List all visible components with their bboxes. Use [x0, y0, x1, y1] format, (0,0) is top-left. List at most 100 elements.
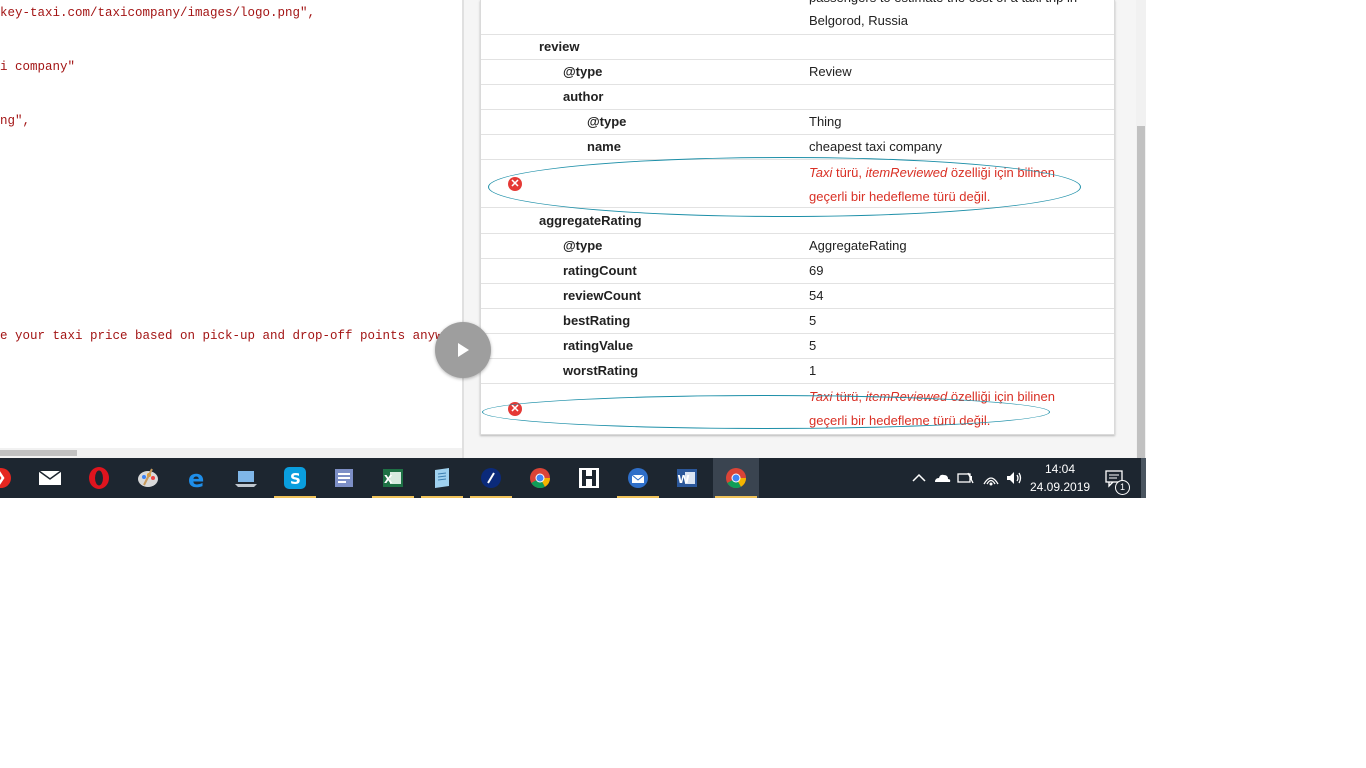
battery-power-icon[interactable]	[956, 468, 976, 488]
code-editor-pane[interactable]: key-taxi.com/taxicompany/images/logo.png…	[0, 0, 462, 458]
taskbar-app-thunderbird[interactable]	[615, 458, 661, 498]
taskbar-app-chrome[interactable]	[517, 458, 563, 498]
results-vertical-scrollbar[interactable]	[1136, 0, 1146, 458]
taskbar-app-excel[interactable]: X	[370, 458, 416, 498]
property-value: 54	[809, 288, 824, 303]
chrome-icon	[726, 468, 747, 489]
notepad-icon	[435, 468, 449, 488]
taskbar-app-notepad[interactable]	[419, 458, 465, 498]
yandex-browser-icon	[0, 468, 11, 488]
taskbar-app-edge[interactable]: e	[174, 458, 220, 498]
taskbar-app-blue[interactable]	[468, 458, 514, 498]
annotation-ellipse	[488, 157, 1081, 217]
running-indicator	[715, 496, 757, 498]
property-value: cheapest taxi company	[809, 139, 942, 154]
property-name: @type	[563, 64, 603, 79]
word-icon: W	[677, 469, 697, 487]
volume-icon[interactable]	[1004, 468, 1024, 488]
running-indicator	[470, 496, 512, 498]
desktop-screen: key-taxi.com/taxicompany/images/logo.png…	[0, 0, 1146, 498]
taskbar: e S X W 14:04 24.09.2019 1	[0, 458, 1146, 498]
svg-text:S: S	[290, 470, 301, 488]
table-row: ratingCount 69	[481, 258, 1114, 284]
property-name: @type	[563, 238, 603, 253]
taskbar-app-explorer[interactable]	[223, 458, 269, 498]
scrollbar-thumb[interactable]	[0, 450, 77, 456]
table-row: @type Thing	[481, 109, 1114, 135]
code-line: i company"	[0, 60, 76, 74]
play-button[interactable]	[435, 322, 491, 378]
taskbar-app-mail[interactable]	[27, 458, 73, 498]
table-row: ratingValue 5	[481, 333, 1114, 359]
laptop-icon	[235, 471, 257, 487]
notification-count-badge: 1	[1115, 480, 1130, 495]
results-pane: passengers to estimate the cost of a tax…	[464, 0, 1136, 458]
taskbar-app-chrome-active[interactable]	[713, 458, 759, 498]
code-horizontal-scrollbar[interactable]	[0, 448, 462, 458]
code-line: ng",	[0, 114, 31, 128]
property-name: reviewCount	[563, 288, 642, 303]
table-row[interactable]: author	[481, 84, 1114, 110]
running-indicator	[274, 496, 316, 498]
opera-icon	[89, 467, 109, 489]
taskbar-app-opera[interactable]	[76, 458, 122, 498]
taskbar-app-h[interactable]	[566, 458, 612, 498]
taskbar-app-paint[interactable]	[125, 458, 171, 498]
taskbar-app-skype[interactable]: S	[272, 458, 318, 498]
table-row: @type Review	[481, 59, 1114, 85]
svg-text:e: e	[188, 466, 204, 490]
property-name: ratingValue	[563, 338, 634, 353]
clock-date[interactable]: 24.09.2019	[1030, 480, 1090, 494]
property-value: Belgorod, Russia	[809, 13, 908, 28]
code-line: key-taxi.com/taxicompany/images/logo.png…	[0, 6, 316, 20]
taskbar-app-word[interactable]: W	[664, 458, 710, 498]
svg-text:W: W	[678, 473, 690, 486]
show-desktop-button[interactable]	[1141, 458, 1146, 498]
property-value: Thing	[809, 114, 842, 129]
outlook-icon	[335, 469, 353, 487]
table-row[interactable]: review	[481, 34, 1114, 60]
chevron-up-icon[interactable]	[909, 468, 929, 488]
play-icon	[458, 343, 469, 357]
table-row: reviewCount 54	[481, 283, 1114, 309]
onedrive-cloud-icon[interactable]	[932, 468, 952, 488]
wifi-icon[interactable]	[981, 468, 1001, 488]
property-name: bestRating	[563, 313, 631, 328]
table-row: bestRating 5	[481, 308, 1114, 334]
property-value: AggregateRating	[809, 238, 907, 253]
paint-palette-icon	[138, 468, 158, 487]
table-row: @type AggregateRating	[481, 233, 1114, 259]
running-indicator	[617, 496, 659, 498]
code-line: e your taxi price based on pick-up and d…	[0, 329, 462, 343]
thunderbird-icon	[628, 468, 648, 488]
excel-icon: X	[383, 469, 403, 487]
edge-icon: e	[188, 466, 204, 490]
table-row: worstRating 1	[481, 358, 1114, 384]
property-name: worstRating	[563, 363, 639, 378]
running-indicator	[372, 496, 414, 498]
taskbar-app-outlook[interactable]	[321, 458, 367, 498]
property-value: Review	[809, 64, 852, 79]
property-name: review	[539, 39, 580, 54]
h-app-icon	[579, 468, 599, 488]
property-value: 5	[809, 313, 817, 328]
property-name: author	[563, 89, 604, 104]
property-name: @type	[587, 114, 627, 129]
scrollbar-thumb[interactable]	[1137, 126, 1145, 458]
property-name: name	[587, 139, 621, 154]
svg-text:X: X	[384, 473, 393, 486]
mail-icon	[38, 470, 62, 485]
annotation-ellipse	[482, 395, 1050, 429]
chrome-icon	[530, 468, 551, 489]
property-value: 69	[809, 263, 824, 278]
property-value: 5	[809, 338, 817, 353]
structured-data-table: passengers to estimate the cost of a tax…	[480, 0, 1115, 435]
taskbar-app-yandex[interactable]	[0, 458, 24, 498]
skype-icon: S	[284, 467, 306, 489]
clock-time[interactable]: 14:04	[1030, 462, 1090, 476]
table-row: passengers to estimate the cost of a tax…	[481, 0, 1114, 35]
app-blue-icon	[481, 468, 501, 488]
running-indicator	[421, 496, 463, 498]
property-name: ratingCount	[563, 263, 637, 278]
property-value: 1	[809, 363, 817, 378]
